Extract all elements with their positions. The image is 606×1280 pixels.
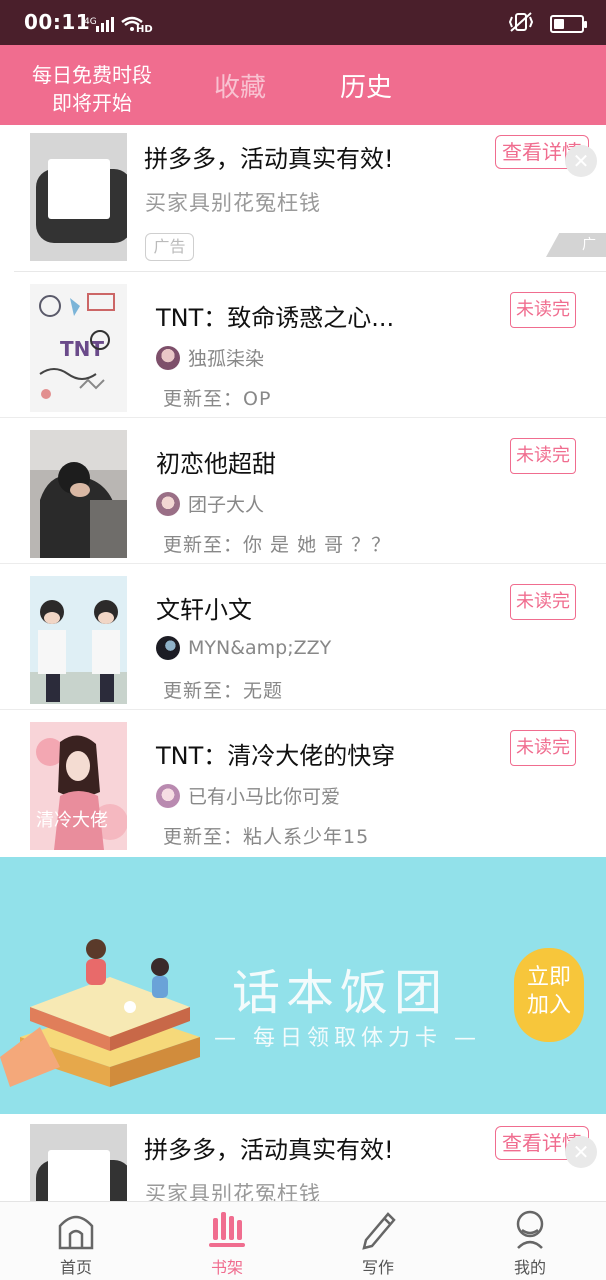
book-title: TNT：清冷大佬的快穿 [156,742,396,770]
ad-subtitle: 买家具别花冤枉钱 [145,1182,321,1201]
ad-title: 拼多多，活动真实有效! [144,145,394,173]
nav-write[interactable]: 写作 [338,1208,418,1278]
books-illustration [0,939,200,1087]
avatar [156,783,180,808]
top-header: 每日免费时段 即将开始 收藏 历史 [0,45,606,125]
signal-icon: 4G HD [84,14,174,38]
banner-subtitle: — 每日领取体力卡 — [214,1026,481,1051]
author-name: MYN&amp;ZZY [188,637,332,659]
tab-favorites[interactable]: 收藏 [214,67,266,104]
ad-subtitle: 买家具别花冤枉钱 [145,191,321,215]
book-update: 更新至：无题 [163,680,284,702]
book-cover [30,430,127,558]
list-item[interactable]: 清冷大佬 TNT：清冷大佬的快穿 已有小马比你可爱 更新至：粘人系少年15 未读… [0,710,606,856]
promo-banner[interactable]: 话本饭团 — 每日领取体力卡 — 立即 加入 [0,857,606,1114]
ad-card[interactable]: 拼多多，活动真实有效! 买家具别花冤枉钱 广告 查看详情 ✕ 广告 [0,125,606,271]
join-line-2: 加入 [526,993,571,1018]
join-line-1: 立即 [526,965,571,990]
svg-text:4G: 4G [84,17,97,27]
nav-label: 我的 [513,1258,546,1277]
home-icon [56,1208,96,1250]
status-badge[interactable]: 未读完 [510,438,576,474]
book-title: 文轩小文 [156,596,252,624]
book-cover: TNT [30,284,127,412]
ad-image [30,1124,127,1201]
status-badge[interactable]: 未读完 [510,584,576,620]
pen-icon [358,1208,398,1250]
ad-title: 拼多多，活动真实有效! [144,1136,394,1164]
nav-label: 书架 [210,1258,243,1277]
book-update: 更新至：OP [163,388,272,410]
nav-home[interactable]: 首页 [36,1208,116,1278]
book-update: 更新至：粘人系少年15 [163,826,370,848]
book-title: TNT：致命诱惑之心... [156,304,395,332]
book-author: 已有小马比你可爱 [156,782,340,809]
ad-mark: 广告 [546,233,606,257]
clock: 00:11 [24,10,91,34]
status-badge[interactable]: 未读完 [510,730,576,766]
svg-text:HD: HD [136,24,153,34]
profile-icon [510,1208,550,1250]
promo-line-1: 每日免费时段 [32,63,152,87]
ad-image [30,133,127,261]
nav-label: 写作 [361,1258,394,1277]
avatar [156,491,180,516]
nav-profile[interactable]: 我的 [490,1208,570,1278]
nav-bookshelf[interactable]: 书架 [187,1208,267,1278]
book-title: 初恋他超甜 [156,450,276,478]
bottom-nav: 首页 书架 写作 我的 [0,1201,606,1280]
ad-tag: 广告 [145,233,194,261]
status-badge[interactable]: 未读完 [510,292,576,328]
vibrate-icon [508,11,534,37]
banner-title: 话本饭团 [232,965,449,1021]
book-author: MYN&amp;ZZY [156,636,331,660]
avatar [156,636,180,660]
author-name: 独孤柒染 [188,348,265,370]
list-item[interactable]: TNT TNT：致命诱惑之心... 独孤柒染 更新至：OP 未读完 [0,272,606,418]
list-item[interactable]: 初恋他超甜 团子大人 更新至：你 是 她 哥 ？？ 未读完 [0,418,606,564]
free-period-promo[interactable]: 每日免费时段 即将开始 [22,61,162,117]
close-icon[interactable]: ✕ [565,145,597,177]
list-item[interactable]: 文轩小文 MYN&amp;ZZY 更新至：无题 未读完 [0,564,606,710]
book-update: 更新至：你 是 她 哥 ？？ [163,534,392,556]
author-name: 已有小马比你可爱 [188,786,341,808]
close-icon[interactable]: ✕ [565,1136,597,1168]
promo-line-2: 即将开始 [52,91,132,115]
book-author: 独孤柒染 [156,344,264,371]
svg-text:清冷大佬: 清冷大佬 [36,810,108,831]
bookshelf-icon [207,1208,247,1250]
join-now-button[interactable]: 立即 加入 [514,948,584,1042]
book-author: 团子大人 [156,490,264,517]
avatar [156,345,180,370]
book-cover [30,576,127,704]
battery-icon [550,15,587,33]
status-bar: 00:11 4G HD [0,0,606,45]
nav-label: 首页 [59,1258,92,1277]
author-name: 团子大人 [188,494,265,516]
book-cover: 清冷大佬 [30,722,128,850]
tab-history[interactable]: 历史 [340,67,392,104]
ad-card[interactable]: 拼多多，活动真实有效! 买家具别花冤枉钱 查看详情 ✕ [0,1116,606,1201]
